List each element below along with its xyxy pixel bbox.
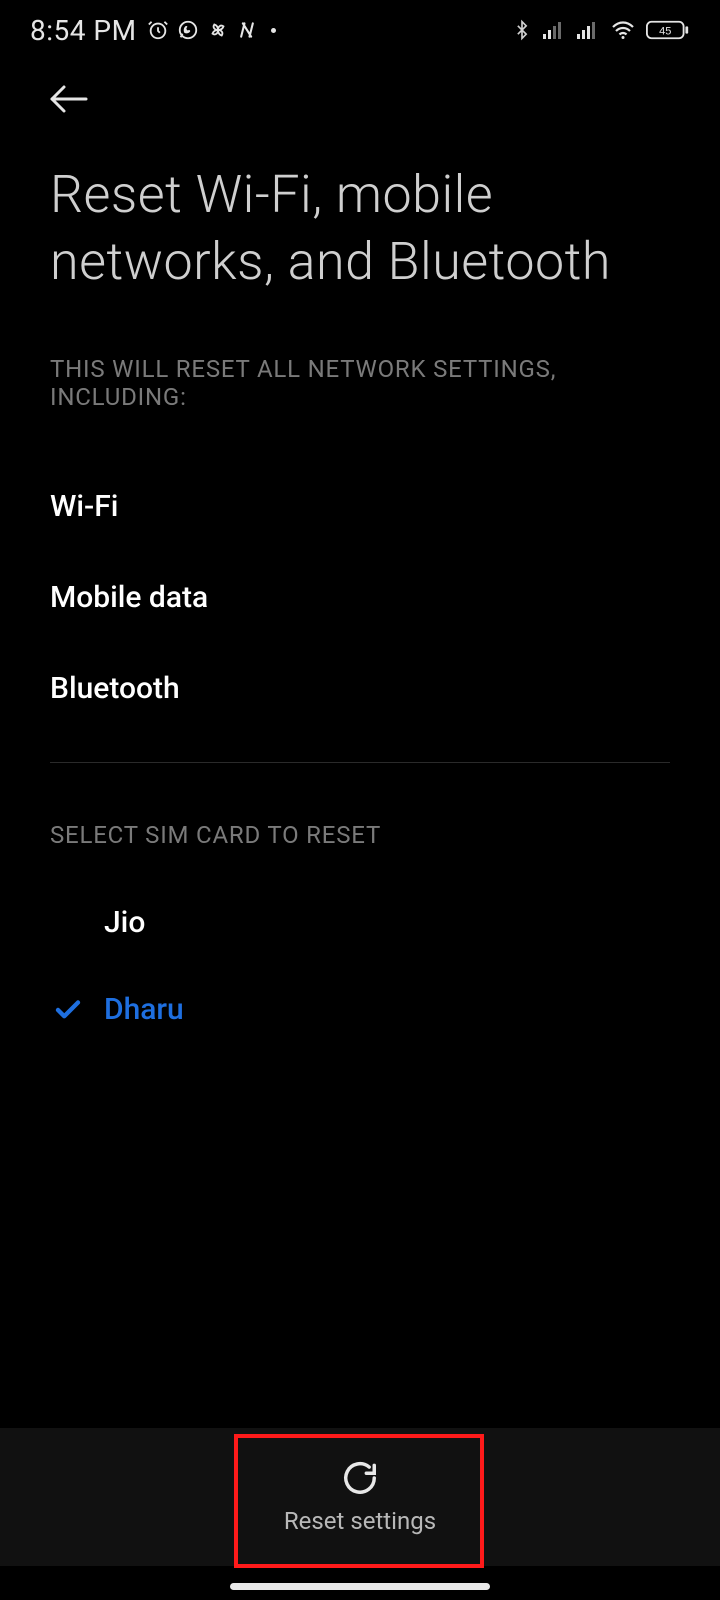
reset-item-mobile-data: Mobile data [50,552,670,643]
app-bar [0,56,720,124]
status-time: 8:54 PM [30,14,137,47]
status-right: 45 [512,18,690,42]
reset-item-bluetooth: Bluetooth [50,643,670,734]
sim-label: Jio [104,905,145,940]
wifi-icon [610,20,636,40]
navigation-handle[interactable] [230,1583,490,1590]
overflow-dot-icon [271,28,276,33]
bottom-action-bar: Reset settings [0,1428,720,1566]
status-left: 8:54 PM [30,14,276,47]
signal-2-icon [576,20,600,40]
whatsapp-icon [177,19,199,41]
pinwheel-icon [207,19,229,41]
battery-icon: 45 [646,19,690,41]
back-button[interactable] [48,84,690,114]
signal-1-icon [542,20,566,40]
sim-option-dharu[interactable]: Dharu [50,966,670,1053]
bluetooth-icon [512,18,532,42]
sim-list: Jio Dharu [0,849,720,1053]
reset-settings-button[interactable]: Reset settings [224,1443,496,1551]
check-icon [50,995,86,1025]
battery-level: 45 [659,26,671,38]
reset-icon [341,1459,379,1497]
n-glyph-icon [237,19,257,41]
reset-caption: THIS WILL RESET ALL NETWORK SETTINGS, IN… [0,295,720,411]
status-bar: 8:54 PM [0,0,720,56]
reset-button-label: Reset settings [284,1507,436,1535]
alarm-icon [147,19,169,41]
sim-label: Dharu [104,992,184,1027]
sim-option-jio[interactable]: Jio [50,879,670,966]
page-title: Reset Wi-Fi, mobile networks, and Blueto… [0,124,720,295]
reset-settings-list: Wi-Fi Mobile data Bluetooth [0,411,720,734]
reset-item-wifi: Wi-Fi [50,461,670,552]
sim-caption: SELECT SIM CARD TO RESET [0,763,720,849]
